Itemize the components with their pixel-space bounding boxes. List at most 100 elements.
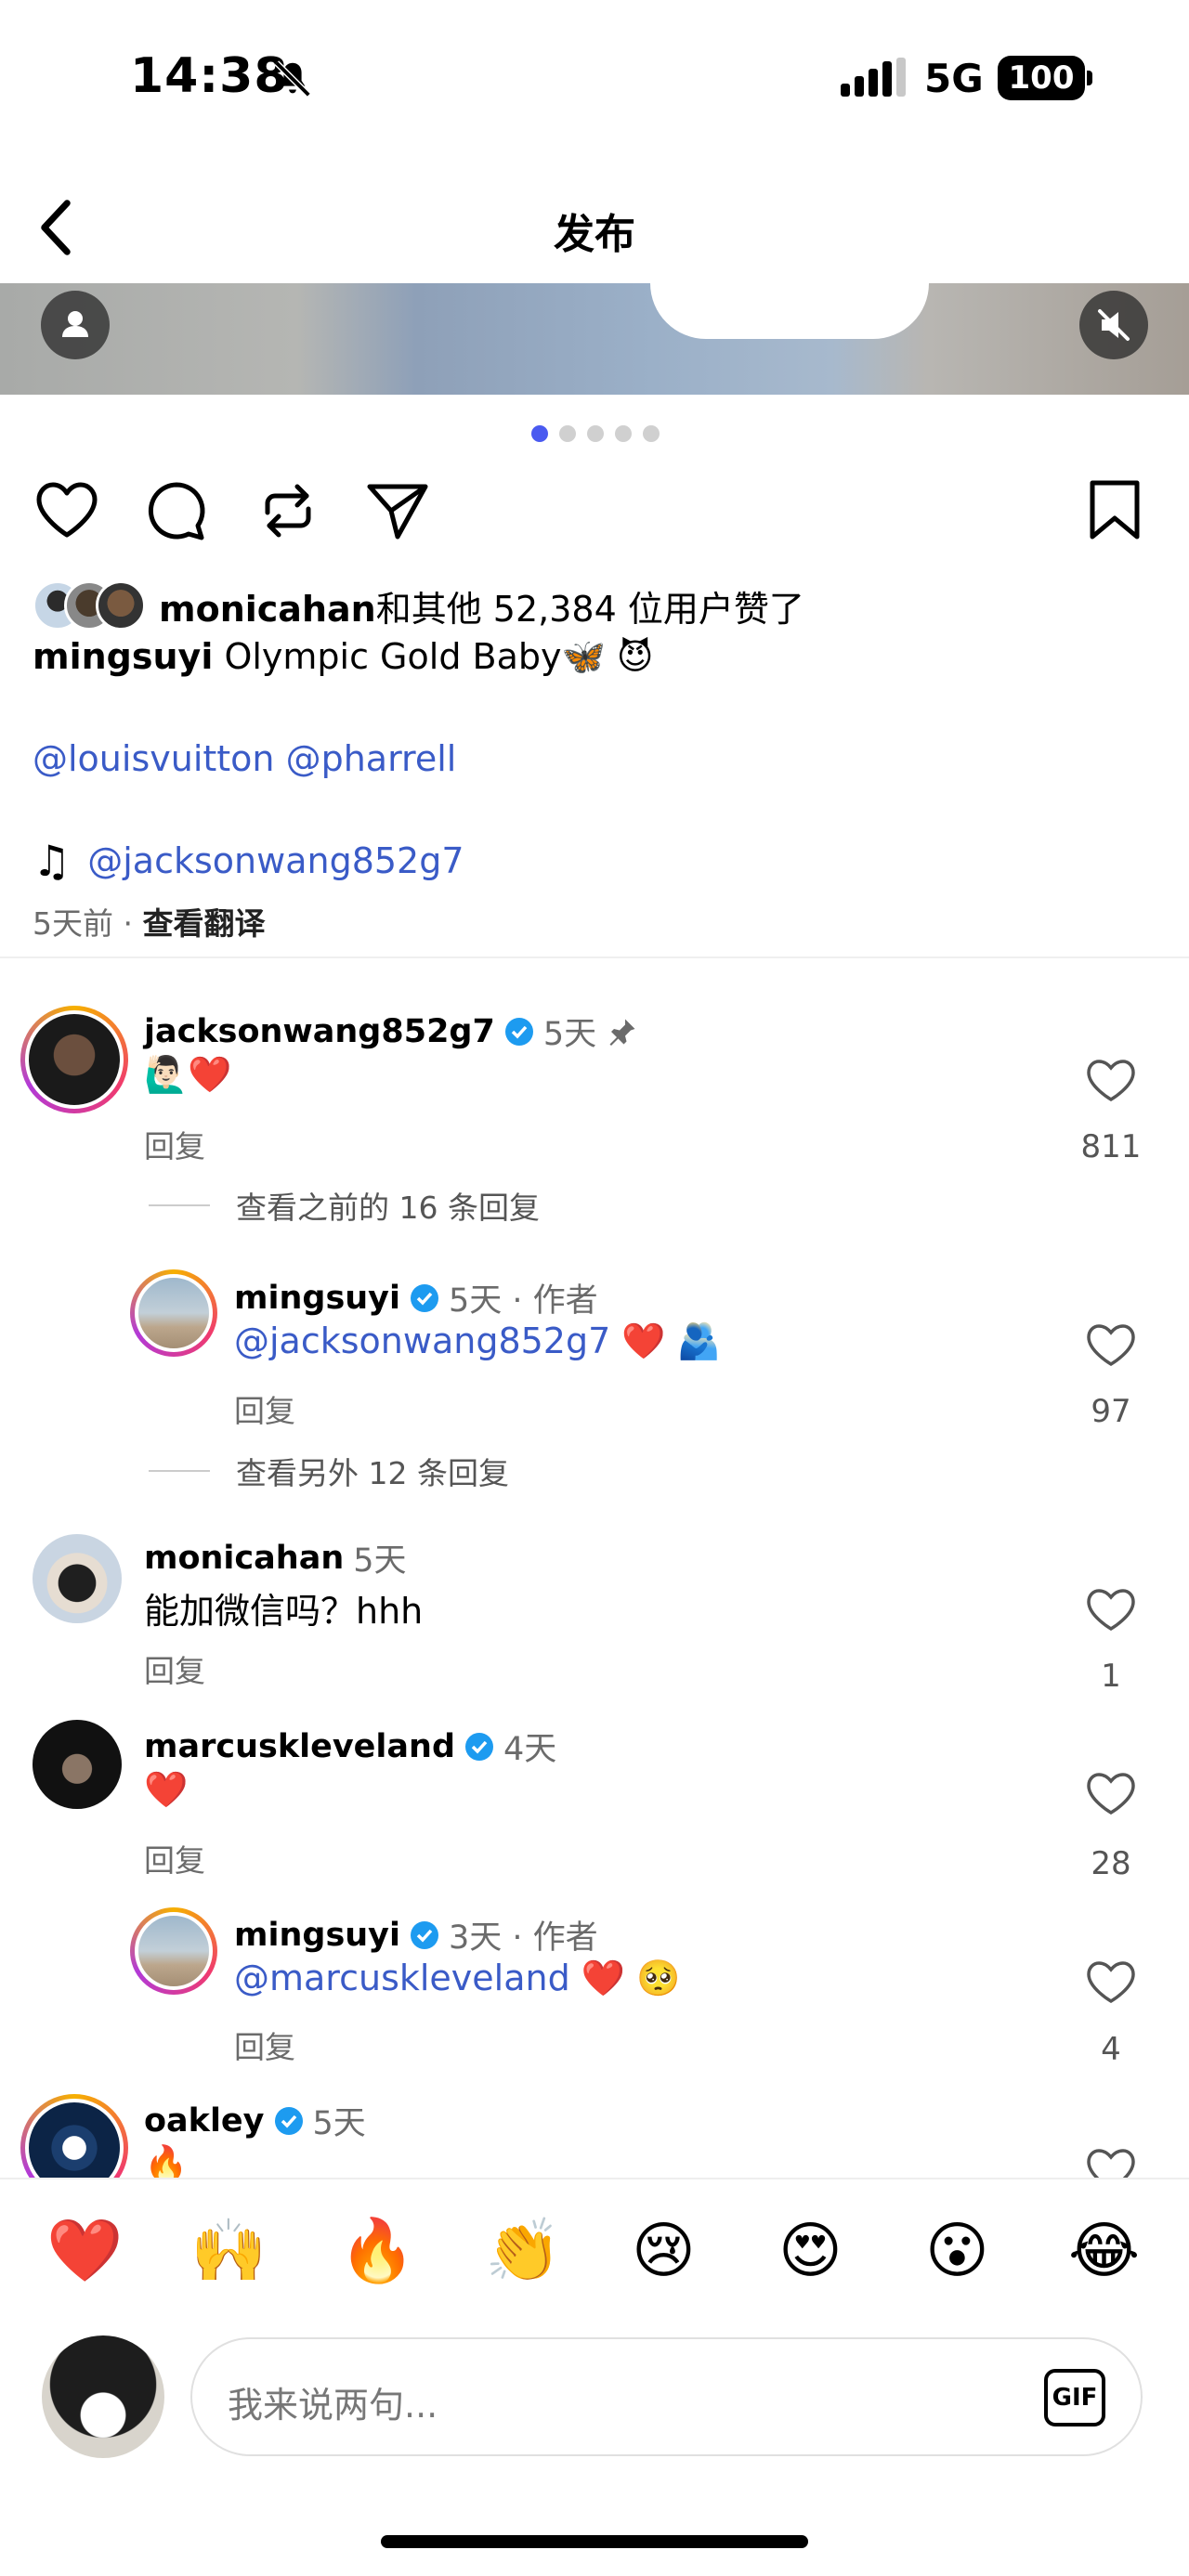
comment-time: 5天 · 作者	[449, 1282, 598, 1320]
home-indicator[interactable]	[381, 2535, 808, 2548]
comment-time: 5天	[353, 1542, 407, 1580]
liker-avatar	[96, 580, 146, 631]
replies-line	[149, 1204, 210, 1206]
music-credit: ♫ @jacksonwang852g7	[33, 836, 464, 886]
caption-mentions[interactable]: @louisvuitton @pharrell	[33, 738, 456, 779]
view-more-replies-label[interactable]: 查看另外 12 条回复	[236, 1449, 509, 1493]
divider	[0, 956, 1189, 958]
bookmark-icon[interactable]	[1078, 474, 1152, 548]
comment-username[interactable]: mingsuyi	[234, 1280, 400, 1317]
comment-like-count: 4	[1101, 2031, 1121, 2068]
avatar[interactable]	[20, 1006, 128, 1113]
comment-like-count: 1	[1101, 1658, 1121, 1695]
verified-badge-icon	[465, 1732, 493, 1761]
quick-reactions-bar: ❤️ 🙌 🔥 👏 😢 😍 😮 😂	[0, 2178, 1189, 2335]
comment-author: jacksonwang852g7 5天	[144, 1008, 639, 1055]
comment-username[interactable]: oakley	[144, 2102, 265, 2140]
translate-link[interactable]: 查看翻译	[142, 905, 265, 942]
comment-like-heart-icon[interactable]	[1085, 1769, 1137, 1817]
separator-dot: ·	[123, 905, 143, 942]
carousel-dot	[615, 425, 632, 442]
clock: 14:38	[130, 48, 289, 104]
carousel-dot	[587, 425, 604, 442]
gif-button[interactable]: GIF	[1044, 2369, 1105, 2426]
reply-button[interactable]: 回复	[144, 1836, 205, 1880]
comment-author: mingsuyi 3天 · 作者	[234, 1911, 598, 1958]
reply-button[interactable]: 回复	[144, 1122, 205, 1166]
carousel-dot-active	[531, 425, 548, 442]
comment-time: 3天 · 作者	[449, 1919, 598, 1957]
reaction-laughing[interactable]: 😂	[1068, 2215, 1140, 2286]
view-more-replies[interactable]: 查看另外 12 条回复	[149, 1449, 509, 1493]
share-send-icon[interactable]	[360, 474, 435, 548]
comment-time: 5天	[542, 1016, 597, 1053]
view-more-replies-label[interactable]: 查看之前的 16 条回复	[236, 1183, 540, 1228]
post-meta: 5天前 · 查看翻译	[33, 899, 265, 943]
post-time: 5天前	[33, 905, 113, 942]
comment-like-count: 28	[1091, 1845, 1131, 1882]
avatar[interactable]	[130, 1907, 217, 1995]
comment-like-count: 97	[1091, 1393, 1131, 1430]
comment-text: ❤️	[144, 1769, 189, 1810]
avatar[interactable]	[33, 1720, 122, 1809]
page-title: 发布	[554, 211, 635, 258]
comment-author: mingsuyi 5天 · 作者	[234, 1274, 598, 1321]
nav-bar: 发布	[0, 176, 1189, 279]
comment-like-count: 811	[1080, 1128, 1142, 1165]
mute-button[interactable]	[1079, 291, 1148, 359]
comment-bubble-icon[interactable]	[139, 474, 214, 548]
comment-text: 能加微信吗？hhh	[144, 1591, 424, 1632]
comment-text: 🙋🏻‍♂️❤️	[144, 1054, 232, 1095]
speaker-muted-icon	[1098, 309, 1130, 341]
carousel-indicator	[531, 425, 660, 444]
comment-like-heart-icon[interactable]	[1085, 1585, 1137, 1633]
comment-username[interactable]: mingsuyi	[234, 1917, 400, 1954]
likes-user[interactable]: monicahan	[159, 589, 376, 630]
bell-off-icon	[274, 60, 311, 98]
avatar[interactable]	[130, 1269, 217, 1357]
comment-username[interactable]: jacksonwang852g7	[144, 1013, 495, 1050]
avatar[interactable]	[33, 1534, 122, 1623]
likes-count-text: 和其他 52,384 位用户赞了	[375, 588, 804, 630]
music-note-icon: ♫	[33, 836, 72, 886]
reply-button[interactable]: 回复	[234, 1386, 295, 1431]
comment-input-placeholder: 我来说两句...	[228, 2385, 438, 2426]
comment-like-heart-icon[interactable]	[1085, 1958, 1137, 2006]
post-actions	[0, 474, 1189, 557]
status-bar: 14:38 5G 100	[0, 0, 1189, 163]
reaction-heart[interactable]: ❤️	[46, 2215, 123, 2287]
tagged-users-button[interactable]	[41, 291, 110, 359]
comment-mention[interactable]: @jacksonwang852g7	[234, 1321, 610, 1361]
comment-mention[interactable]: @marcuskleveland	[234, 1958, 570, 1998]
comment-author: marcuskleveland 4天	[144, 1723, 556, 1770]
pin-icon	[609, 1019, 635, 1046]
reaction-surprised[interactable]: 😮	[925, 2215, 989, 2286]
repost-icon[interactable]	[251, 474, 325, 548]
comment-like-heart-icon[interactable]	[1085, 1056, 1137, 1104]
comment-like-heart-icon[interactable]	[1085, 1321, 1137, 1369]
reaction-clap[interactable]: 👏	[485, 2215, 561, 2287]
comment-composer: 我来说两句... GIF	[0, 2335, 1189, 2475]
comment-text: @jacksonwang852g7 ❤️ 🫂	[234, 1321, 721, 1362]
verified-badge-icon	[411, 1283, 438, 1312]
comment-username[interactable]: monicahan	[144, 1540, 344, 1577]
view-more-replies[interactable]: 查看之前的 16 条回复	[149, 1183, 540, 1228]
likes-text: monicahan和其他 52,384 位用户赞了	[159, 580, 804, 631]
verified-badge-icon	[274, 2106, 303, 2135]
like-heart-icon[interactable]	[30, 474, 104, 548]
comment-emoji: ❤️ 🫂	[610, 1321, 722, 1361]
music-mention[interactable]: @jacksonwang852g7	[87, 840, 464, 881]
reaction-crying[interactable]: 😢	[632, 2215, 696, 2286]
post-media[interactable]	[0, 283, 1189, 395]
reply-button[interactable]: 回复	[234, 2023, 295, 2067]
reply-button[interactable]: 回复	[144, 1646, 205, 1691]
comment-username[interactable]: marcuskleveland	[144, 1728, 455, 1765]
likes-summary[interactable]: monicahan和其他 52,384 位用户赞了	[33, 578, 804, 633]
reaction-raised-hands[interactable]: 🙌	[190, 2215, 267, 2287]
reaction-fire[interactable]: 🔥	[339, 2215, 415, 2287]
signal-icon	[841, 58, 906, 97]
reaction-heart-eyes[interactable]: 😍	[778, 2215, 843, 2286]
comment-input[interactable]: 我来说两句... GIF	[190, 2337, 1143, 2456]
caption-author[interactable]: mingsuyi	[33, 636, 213, 677]
post-caption: mingsuyi Olympic Gold Baby🦋 😈	[33, 636, 654, 678]
